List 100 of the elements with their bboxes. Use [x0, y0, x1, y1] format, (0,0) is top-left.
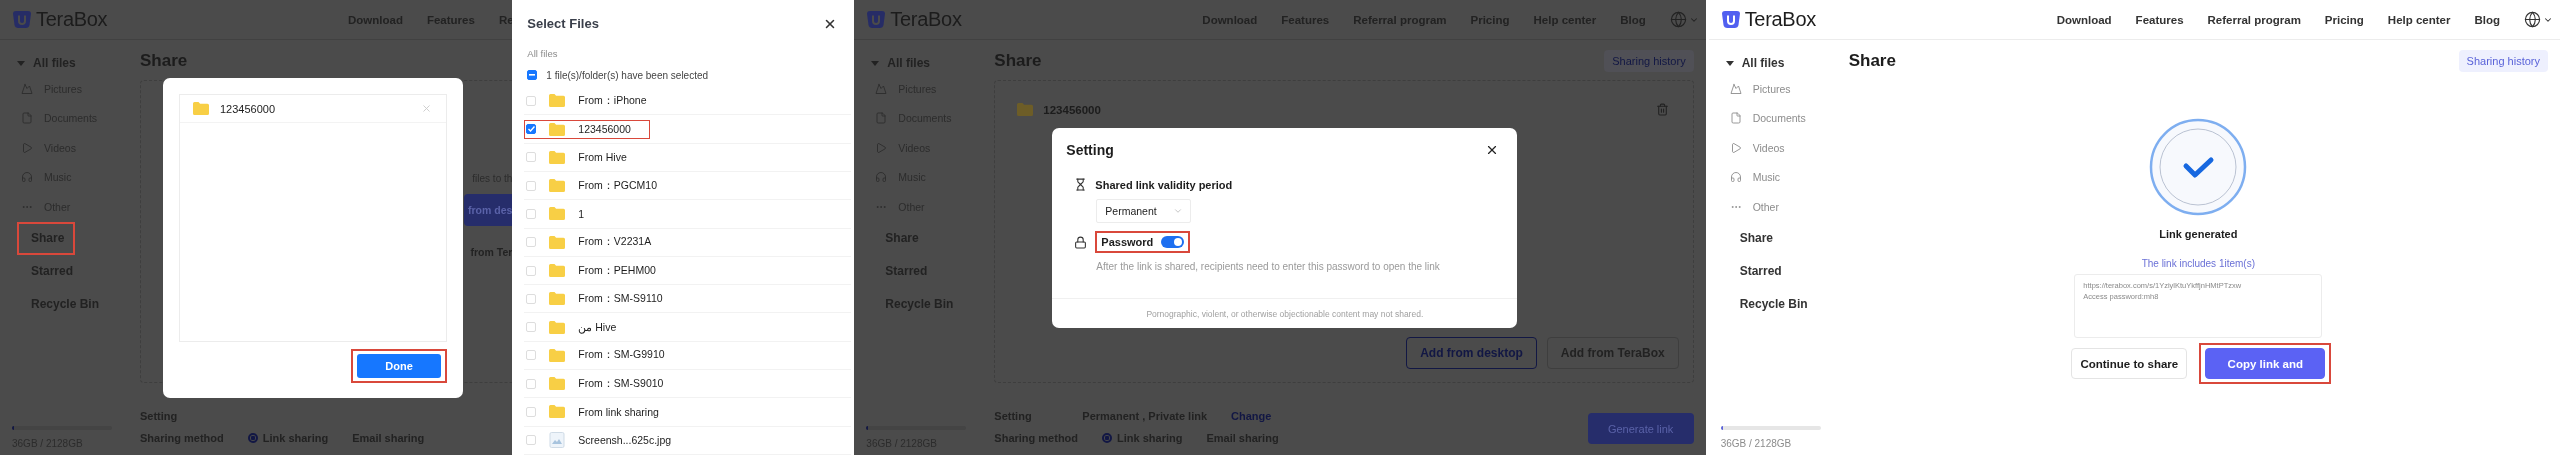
folder-icon — [549, 94, 566, 108]
folder-icon — [549, 264, 566, 277]
password-hint: After the link is shared, recipients need to enter this password to open the link — [1096, 261, 1441, 272]
done-button[interactable]: Done — [357, 354, 441, 378]
sharing-history-button[interactable]: Sharing history — [2458, 50, 2548, 72]
folder-icon — [549, 377, 566, 391]
document-icon — [21, 112, 33, 125]
file-name: From：SM-S9110 — [578, 291, 663, 306]
check-circle-icon — [2149, 118, 2248, 216]
status-text: Link generated — [2159, 228, 2238, 240]
sidebar-item[interactable]: Share — [1725, 221, 1784, 255]
globe-icon — [2524, 11, 2542, 28]
file-row[interactable]: From：SM-S9110 — [524, 285, 852, 314]
continue-button[interactable]: Continue to share — [2071, 348, 2188, 379]
validity-select[interactable]: Permanent — [1096, 199, 1192, 223]
file-name: From：V2231A — [578, 235, 652, 250]
folder-icon — [193, 102, 209, 115]
globe-icon — [1669, 11, 1687, 28]
file-name: From：SM-S9010 — [578, 376, 664, 391]
language-button[interactable] — [2524, 11, 2554, 28]
logo-icon — [1720, 10, 1741, 29]
file-row[interactable]: من Hive — [524, 313, 852, 342]
file-row[interactable]: 1 — [524, 200, 852, 229]
document-icon — [875, 112, 888, 125]
remove-icon[interactable] — [421, 103, 432, 114]
password-toggle[interactable] — [1161, 236, 1185, 248]
nav-link[interactable]: Pricing — [2324, 13, 2364, 26]
folder-icon — [549, 235, 566, 249]
folder-icon — [549, 122, 566, 136]
checkbox[interactable] — [526, 124, 537, 134]
music-icon — [21, 171, 33, 184]
upload-button[interactable]: from des — [464, 194, 513, 226]
file-row[interactable]: From：V2231A — [524, 228, 852, 257]
content-notice: Pornographic, violent, or otherwise objectionable content may not shared. — [1146, 308, 1424, 319]
file-name: From Hive — [578, 151, 627, 164]
storage-text: 36GB / 2128GB — [1720, 438, 1793, 449]
item-count: The link includes 1item(s) — [2141, 258, 2255, 269]
file-row[interactable]: Screensh...625c.jpg — [524, 426, 852, 455]
video-icon — [1729, 141, 1742, 154]
add-button[interactable]: Add from desktop — [1406, 337, 1537, 369]
folder-icon — [549, 320, 566, 334]
file-row[interactable]: From：SM-G9910 — [524, 341, 852, 371]
music-icon — [875, 171, 888, 184]
sharing-history-button[interactable]: Sharing history — [1604, 50, 1694, 72]
file-name: 123456000 — [220, 102, 276, 115]
checkbox[interactable] — [527, 70, 538, 81]
sidebar-item[interactable]: Music — [1708, 162, 1837, 192]
logo-icon — [12, 10, 32, 29]
check-icon — [527, 126, 535, 132]
dash-icon — [529, 74, 536, 77]
generate-link-button[interactable]: Generate link — [1587, 413, 1694, 444]
video-icon — [875, 141, 888, 154]
sidebar-item[interactable]: Pictures — [1708, 74, 1837, 104]
folder-icon — [549, 292, 566, 306]
breadcrumb: All files — [526, 47, 559, 61]
file-name: From：PEHM00 — [578, 263, 656, 278]
sidebar-item[interactable]: Recycle Bin — [1725, 287, 1818, 321]
file-name: Screensh...625c.jpg — [578, 434, 672, 447]
sidebar-item[interactable]: Videos — [1708, 133, 1837, 163]
trash-icon[interactable] — [1655, 103, 1669, 116]
picture-icon — [1729, 82, 1742, 95]
file-name: من Hive — [578, 321, 617, 334]
hourglass-icon — [1074, 178, 1088, 191]
copy-link-button[interactable]: Copy link and — [2205, 348, 2326, 379]
music-icon — [1729, 171, 1742, 184]
radio-button[interactable] — [247, 433, 258, 443]
video-icon — [21, 141, 33, 154]
file-row[interactable]: From：SM-S9010 — [524, 370, 852, 399]
sidebar-item[interactable]: Starred — [1725, 254, 1792, 288]
document-icon — [1729, 112, 1742, 125]
nav-link[interactable]: Download — [2056, 13, 2112, 26]
sidebar-item[interactable]: All files — [1708, 52, 1837, 74]
file-name: From：SM-G9910 — [578, 348, 665, 363]
caret-icon — [1173, 206, 1184, 216]
logo-icon — [866, 10, 887, 29]
file-row[interactable]: 123456000 — [524, 115, 852, 144]
nav-link[interactable]: Blog — [2474, 13, 2501, 26]
file-row[interactable]: From Hive — [524, 143, 852, 172]
folder-icon — [549, 348, 566, 362]
file-name: From：iPhone — [578, 93, 647, 108]
file-row[interactable]: From：PGCM10 — [524, 171, 852, 201]
nav-link[interactable]: Referral program — [2207, 13, 2301, 26]
brand-name: TeraBox — [1744, 8, 1816, 31]
file-row[interactable]: From：iPhone — [524, 87, 852, 116]
page-title: Share — [1848, 51, 1896, 71]
file-row[interactable]: From：PEHM00 — [524, 256, 852, 286]
file-name: 123456000 — [578, 123, 631, 135]
radio-button[interactable] — [1102, 433, 1113, 443]
lock-icon — [1074, 235, 1088, 249]
change-link[interactable]: Change — [1231, 410, 1272, 422]
nav-link[interactable]: Help center — [2387, 13, 2451, 26]
nav-link[interactable]: Features — [2135, 13, 2184, 26]
sidebar-item[interactable]: Other — [1708, 192, 1837, 222]
folder-icon — [549, 179, 566, 193]
picture-icon — [21, 82, 33, 95]
password-label: Password — [1101, 236, 1154, 248]
sidebar-item[interactable]: Documents — [1708, 103, 1837, 133]
file-name: 1 — [578, 207, 585, 220]
folder-icon — [549, 150, 566, 164]
file-row[interactable]: From link sharing — [524, 398, 852, 427]
